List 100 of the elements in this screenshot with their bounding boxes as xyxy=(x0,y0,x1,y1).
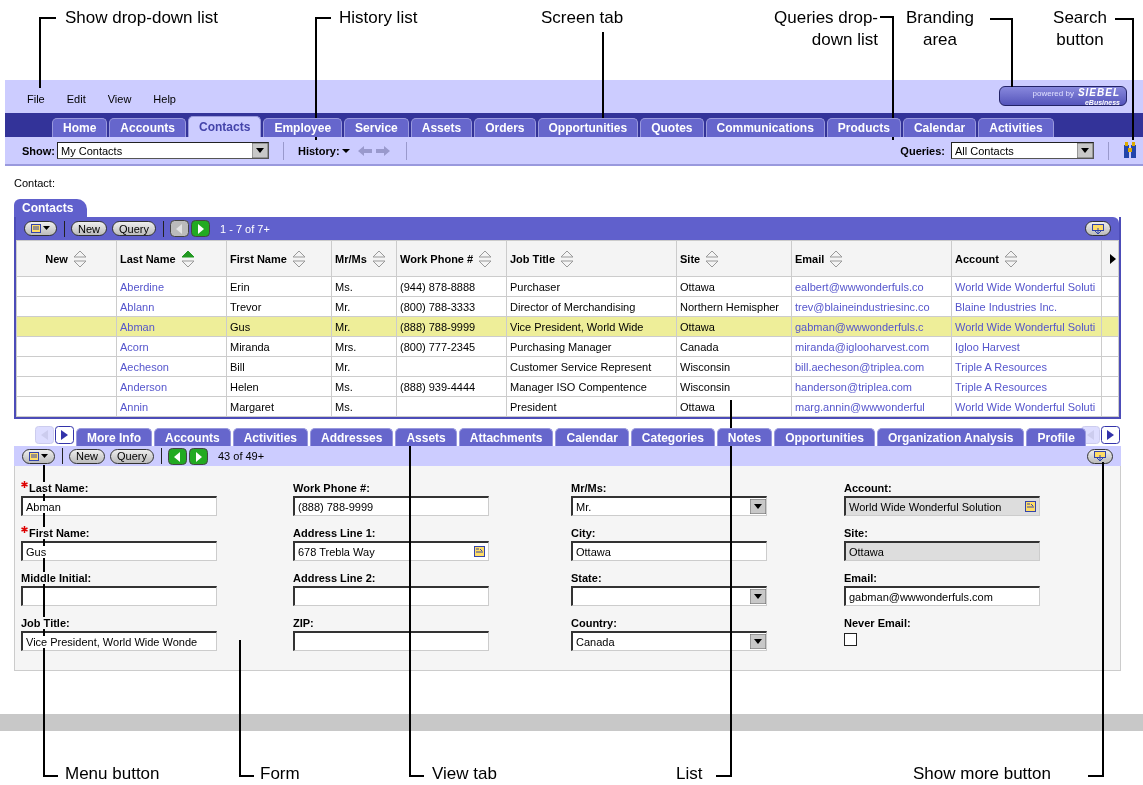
caret-icon[interactable] xyxy=(341,147,350,154)
table-cell[interactable]: Annin xyxy=(116,396,227,417)
table-cell[interactable]: Blaine Industries Inc. xyxy=(951,296,1102,317)
text-field[interactable]: Ottawa xyxy=(844,541,1040,561)
table-cell[interactable]: bill.aecheson@triplea.com xyxy=(791,356,952,377)
column-header[interactable]: Site xyxy=(676,240,792,277)
history-dropdown[interactable]: History: xyxy=(298,144,340,157)
query-button[interactable]: Query xyxy=(112,221,156,236)
view-tab[interactable]: Attachments xyxy=(458,428,554,446)
screen-tab[interactable]: Quotes xyxy=(640,118,704,137)
table-cell[interactable]: World Wide Wonderful Soluti xyxy=(951,396,1102,417)
table-row[interactable]: Abman Gus Mr. (888) 788-9999 Vice President, World Wide Ottawa gabman@wwwonderfuls.c World Wide Wonderful Soluti xyxy=(16,316,1119,337)
text-field[interactable]: Abman xyxy=(21,496,217,516)
column-header[interactable]: First Name xyxy=(226,240,332,277)
text-field[interactable]: Ottawa xyxy=(571,541,767,561)
sort-ascending-icon[interactable] xyxy=(179,248,196,269)
screen-tab[interactable]: Service xyxy=(344,118,409,137)
sort-icon[interactable] xyxy=(704,248,721,269)
new-button[interactable]: New xyxy=(69,448,105,464)
sort-icon[interactable] xyxy=(1003,248,1019,269)
table-cell[interactable]: World Wide Wonderful Soluti xyxy=(951,276,1102,297)
sort-icon[interactable] xyxy=(559,248,576,269)
view-tab[interactable]: More Info xyxy=(76,428,152,446)
dropdown-arrow-icon[interactable] xyxy=(750,499,766,514)
column-header[interactable]: Account xyxy=(951,240,1102,277)
dropdown-arrow-icon[interactable] xyxy=(750,634,766,649)
sort-icon[interactable] xyxy=(828,248,845,269)
show-dropdown[interactable]: My Contacts xyxy=(57,142,269,159)
sort-icon[interactable] xyxy=(71,248,88,269)
table-cell[interactable]: Aberdine xyxy=(116,276,227,297)
menu-item[interactable]: Help xyxy=(153,88,176,105)
text-field[interactable] xyxy=(293,586,489,606)
sort-icon[interactable] xyxy=(370,248,387,269)
column-header[interactable]: Last Name xyxy=(116,240,227,277)
checkbox[interactable] xyxy=(844,633,857,646)
menu-button[interactable] xyxy=(24,221,57,236)
view-tab[interactable]: Organization Analysis xyxy=(876,428,1025,446)
table-cell[interactable]: Aecheson xyxy=(116,356,227,377)
screen-tab[interactable]: Employee xyxy=(263,118,343,137)
view-tab[interactable]: Addresses xyxy=(310,428,394,446)
view-tab[interactable]: Categories xyxy=(630,428,715,446)
screen-tab[interactable]: Accounts xyxy=(109,118,187,137)
screen-tab[interactable]: Orders xyxy=(474,118,536,137)
sort-icon[interactable] xyxy=(477,248,494,269)
table-cell[interactable]: Acorn xyxy=(116,336,227,357)
text-field[interactable]: gabman@wwwonderfuls.com xyxy=(844,586,1040,606)
menu-button[interactable] xyxy=(22,448,55,464)
view-tab[interactable]: Opportunities xyxy=(774,428,875,446)
column-header[interactable]: Mr/Ms xyxy=(331,240,397,277)
show-more-button[interactable] xyxy=(1085,221,1111,236)
dropdown-field[interactable]: Mr. xyxy=(571,496,767,516)
menu-item[interactable]: File xyxy=(27,88,45,105)
picker-icon[interactable] xyxy=(1025,501,1036,512)
menu-item[interactable]: Edit xyxy=(66,88,86,105)
column-header[interactable]: Work Phone # xyxy=(396,240,507,277)
table-cell[interactable]: Igloo Harvest xyxy=(951,336,1102,357)
show-more-button[interactable] xyxy=(1087,448,1113,464)
dropdown-field[interactable]: Canada xyxy=(571,631,767,651)
view-tab[interactable]: Calendar xyxy=(555,428,629,446)
binoculars-icon[interactable] xyxy=(1123,142,1137,159)
dropdown-arrow-icon[interactable] xyxy=(252,143,268,158)
view-tab[interactable]: Activities xyxy=(232,428,309,446)
table-cell[interactable]: handerson@triplea.com xyxy=(791,376,952,397)
column-header[interactable]: New xyxy=(16,240,117,277)
dropdown-arrow-icon[interactable] xyxy=(1077,143,1093,158)
text-field[interactable] xyxy=(293,631,489,651)
screen-tab[interactable]: Products xyxy=(826,118,901,137)
screen-tab[interactable]: Assets xyxy=(410,118,473,137)
text-field[interactable]: (888) 788-9999 xyxy=(293,496,489,516)
view-tab[interactable]: Accounts xyxy=(154,428,231,446)
screen-tab[interactable]: Home xyxy=(52,118,108,137)
table-cell[interactable]: Triple A Resources xyxy=(951,356,1102,377)
picker-field[interactable]: 678 Trebla Way xyxy=(293,541,489,561)
table-cell[interactable]: Ablann xyxy=(116,296,227,317)
table-row[interactable]: Ablann Trevor Mr. (800) 788-3333 Director of Merchandising Northern Hemispher trev@blaineindustriesinc.co Blaine Industries Inc. xyxy=(16,296,1119,317)
picker-icon[interactable] xyxy=(474,546,485,557)
table-cell[interactable]: Triple A Resources xyxy=(951,376,1102,397)
table-cell[interactable]: miranda@iglooharvest.com xyxy=(791,336,952,357)
queries-dropdown[interactable]: All Contacts xyxy=(951,142,1094,159)
dropdown-arrow-icon[interactable] xyxy=(750,589,766,604)
text-field[interactable]: Vice President, World Wide Wonde xyxy=(21,631,217,651)
scroll-right-icon[interactable] xyxy=(55,426,74,444)
view-tab[interactable]: Notes xyxy=(716,428,773,446)
table-cell[interactable]: trev@blaineindustriesinc.co xyxy=(791,296,952,317)
sort-icon[interactable] xyxy=(290,248,307,269)
new-button[interactable]: New xyxy=(71,221,107,236)
menu-item[interactable]: View xyxy=(107,88,132,105)
text-field[interactable]: Gus xyxy=(21,541,217,561)
table-cell[interactable]: Anderson xyxy=(116,376,227,397)
table-row[interactable]: Annin Margaret Ms. President Ottawa marg.annin@wwwonderful World Wide Wonderful Soluti xyxy=(16,396,1119,417)
table-cell[interactable]: ealbert@wwwonderfuls.co xyxy=(791,276,952,297)
table-cell[interactable]: marg.annin@wwwonderful xyxy=(791,396,952,417)
table-row[interactable]: Aberdine Erin Ms. (944) 878-8888 Purchaser Ottawa ealbert@wwwonderfuls.co World Wide Wonderful Soluti xyxy=(16,276,1119,297)
scroll-right-icon[interactable] xyxy=(1101,426,1120,444)
dropdown-field[interactable] xyxy=(571,586,767,606)
column-header[interactable]: Job Title xyxy=(506,240,677,277)
screen-tab[interactable]: Contacts xyxy=(188,116,262,137)
screen-tab[interactable]: Communications xyxy=(705,118,825,137)
scroll-right-icon[interactable] xyxy=(1110,253,1116,264)
screen-tab[interactable]: Opportunities xyxy=(537,118,639,137)
